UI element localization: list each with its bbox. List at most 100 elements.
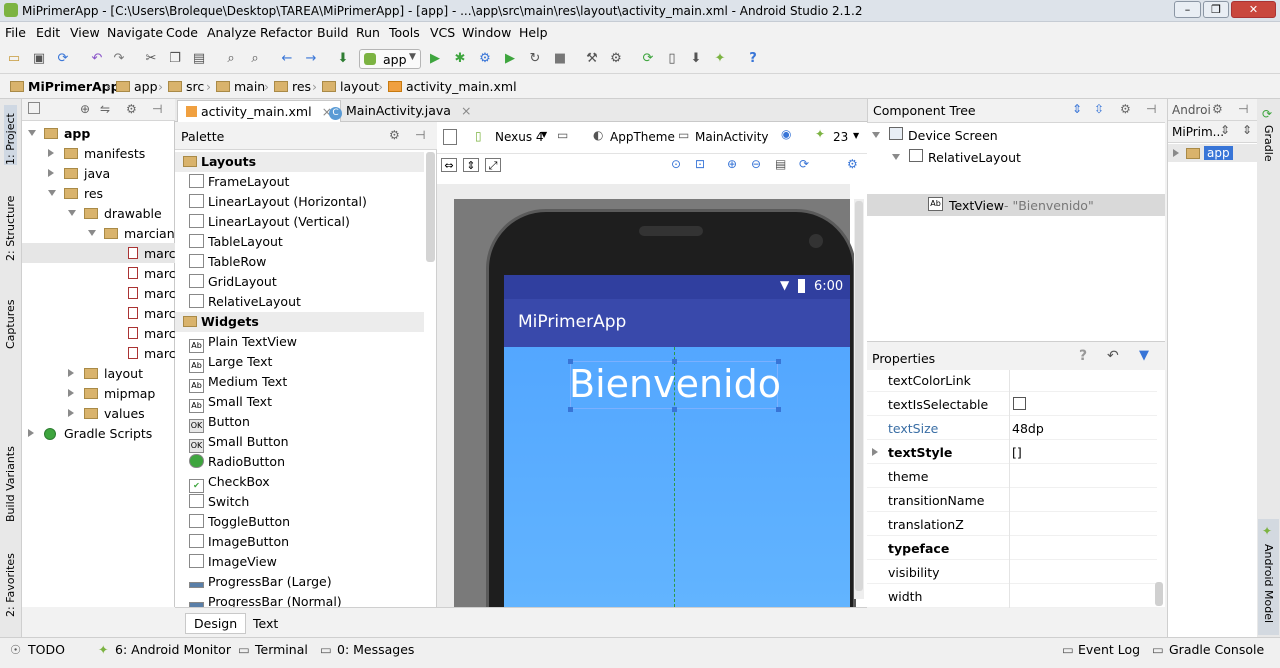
palette-item[interactable]: Ab Small Text xyxy=(189,394,272,413)
properties-scrollbar[interactable] xyxy=(1155,582,1163,606)
textview-selection[interactable]: Bienvenido xyxy=(568,359,781,412)
apply-changes-icon[interactable]: ▶ xyxy=(501,50,519,68)
forward-icon[interactable]: → xyxy=(302,50,320,68)
tree-folder-item[interactable]: drawable xyxy=(22,203,175,223)
hide-icon[interactable]: ⊣ xyxy=(1146,102,1156,116)
palette-item[interactable]: OK Small Button xyxy=(189,434,289,453)
palette-item[interactable]: LinearLayout (Vertical) xyxy=(189,214,350,229)
tab-messages[interactable]: 0: Messages xyxy=(337,642,414,657)
redo-icon[interactable]: ↷ xyxy=(110,50,128,68)
menu-navigate[interactable]: Navigate xyxy=(107,25,163,40)
palette-item[interactable]: ✔ CheckBox xyxy=(189,474,270,493)
resize-handle[interactable] xyxy=(568,359,573,364)
menu-build[interactable]: Build xyxy=(317,25,348,40)
hide-icon[interactable]: ⊣ xyxy=(1238,102,1248,116)
expand-all-icon[interactable]: ⇕ xyxy=(1072,102,1082,116)
refresh-icon[interactable]: ⟳ xyxy=(799,157,809,171)
collapse-icon[interactable]: ⇋ xyxy=(100,102,110,116)
tab-design[interactable]: Design xyxy=(185,613,247,634)
breadcrumb-layout[interactable]: layout xyxy=(322,79,379,94)
resize-handle[interactable] xyxy=(672,407,677,412)
zoom-actual-icon[interactable]: ⊡ xyxy=(695,157,705,171)
tool-favorites[interactable]: 2: Favorites xyxy=(4,547,17,617)
tree-folder-item[interactable]: marcianito xyxy=(22,223,175,243)
menu-vcs[interactable]: VCS xyxy=(430,25,455,40)
fit-height-icon[interactable]: ⇕ xyxy=(463,158,479,172)
expand-icon[interactable]: ⇕ xyxy=(1220,123,1230,137)
orientation-icon[interactable]: ▭ xyxy=(557,128,568,142)
resize-handle[interactable] xyxy=(568,407,573,412)
tool-build-variants[interactable]: Build Variants xyxy=(4,437,17,522)
palette-item[interactable]: LinearLayout (Horizontal) xyxy=(189,194,367,209)
screenshot-icon[interactable]: ▤ xyxy=(775,157,786,171)
save-icon[interactable]: ▣ xyxy=(30,50,48,68)
tree-folder-item[interactable]: Gradle Scripts xyxy=(22,423,175,443)
property-row[interactable]: textSize 48dp xyxy=(867,416,1157,440)
collapse-all-icon[interactable]: ⇳ xyxy=(1094,102,1104,116)
menu-file[interactable]: File xyxy=(5,25,26,40)
zoom-fit-icon[interactable]: ⊙ xyxy=(671,157,681,171)
cut-icon[interactable]: ✂ xyxy=(142,50,160,68)
palette-item[interactable]: OK Button xyxy=(189,414,250,433)
breadcrumb-app[interactable]: app xyxy=(116,79,158,94)
tab-android-monitor[interactable]: 6: Android Monitor xyxy=(115,642,231,657)
gear-icon[interactable]: ⚙ xyxy=(389,128,400,142)
menu-help[interactable]: Help xyxy=(519,25,548,40)
debug-icon[interactable]: ✱ xyxy=(451,50,469,68)
tree-file-item[interactable]: marcia xyxy=(22,343,175,363)
back-icon[interactable]: ← xyxy=(278,50,296,68)
device-select[interactable]: Nexus 4 xyxy=(495,130,544,144)
tree-folder-item[interactable]: res xyxy=(22,183,175,203)
avd-manager-icon[interactable]: ▯ xyxy=(663,50,681,68)
palette-item[interactable]: RelativeLayout xyxy=(189,294,301,309)
breadcrumb-project[interactable]: MiPrimerApp xyxy=(10,79,120,94)
property-row[interactable]: textIsSelectable xyxy=(867,392,1157,416)
palette-section-widgets[interactable]: Widgets xyxy=(175,312,424,332)
tool-gradle[interactable]: Gradle xyxy=(1262,125,1275,185)
property-row[interactable]: textColorLink xyxy=(867,370,1157,392)
tree-folder-item[interactable]: mipmap xyxy=(22,383,175,403)
android-device-monitor-icon[interactable]: ✦ xyxy=(711,50,729,68)
tab-main-activity[interactable]: C MainActivity.java × xyxy=(321,100,479,122)
tree-file-item[interactable]: marcia xyxy=(22,243,175,263)
run-config-select[interactable]: app ▼ xyxy=(359,49,421,69)
checkbox[interactable] xyxy=(1013,397,1026,410)
filter-icon[interactable]: ▼ xyxy=(1139,348,1149,363)
tool-captures[interactable]: Captures xyxy=(4,289,17,349)
palette-item[interactable]: ProgressBar (Large) xyxy=(189,574,332,589)
tree-file-item[interactable]: marcia xyxy=(22,283,175,303)
palette-item[interactable]: FrameLayout xyxy=(189,174,289,189)
model-app-row[interactable]: app xyxy=(1168,144,1258,162)
menu-refactor[interactable]: Refactor xyxy=(260,25,312,40)
palette-item[interactable]: TableRow xyxy=(189,254,266,269)
property-row[interactable]: visibility xyxy=(867,560,1157,584)
palette-item[interactable]: ImageView xyxy=(189,554,277,569)
menu-tools[interactable]: Tools xyxy=(389,25,420,40)
api-select[interactable]: 23 xyxy=(833,130,848,144)
undo-icon[interactable]: ↶ xyxy=(88,50,106,68)
zoom-out-icon[interactable]: ⊖ xyxy=(751,157,761,171)
property-row[interactable]: translationZ xyxy=(867,512,1157,536)
menu-run[interactable]: Run xyxy=(356,25,380,40)
tab-event-log[interactable]: Event Log xyxy=(1078,642,1140,657)
menu-code[interactable]: Code xyxy=(166,25,198,40)
model-node[interactable]: MiPrim... xyxy=(1172,125,1224,139)
tab-activity-main[interactable]: activity_main.xml × xyxy=(177,100,342,122)
menu-view[interactable]: View xyxy=(70,25,100,40)
maximize-button[interactable]: ❐ xyxy=(1203,1,1229,18)
palette-item[interactable]: TableLayout xyxy=(189,234,283,249)
stop-icon[interactable]: ■ xyxy=(551,50,569,68)
make-project-icon[interactable]: ⬇ xyxy=(334,50,352,68)
close-tab-icon[interactable]: × xyxy=(461,103,471,118)
help-icon[interactable]: ? xyxy=(1079,348,1087,364)
tab-text[interactable]: Text xyxy=(245,614,286,633)
menu-edit[interactable]: Edit xyxy=(36,25,60,40)
property-row[interactable]: transitionName xyxy=(867,488,1157,512)
canvas-scrollbar[interactable] xyxy=(854,199,864,599)
tree-folder-item[interactable]: java xyxy=(22,163,175,183)
gear-icon[interactable]: ⚙ xyxy=(1212,102,1223,116)
palette-item[interactable]: ProgressBar (Normal) xyxy=(189,594,342,607)
tree-file-item[interactable]: marcia xyxy=(22,303,175,323)
tree-node-device-screen[interactable]: Device Screen xyxy=(867,125,1165,145)
settings-icon[interactable]: ⚙ xyxy=(607,50,625,68)
